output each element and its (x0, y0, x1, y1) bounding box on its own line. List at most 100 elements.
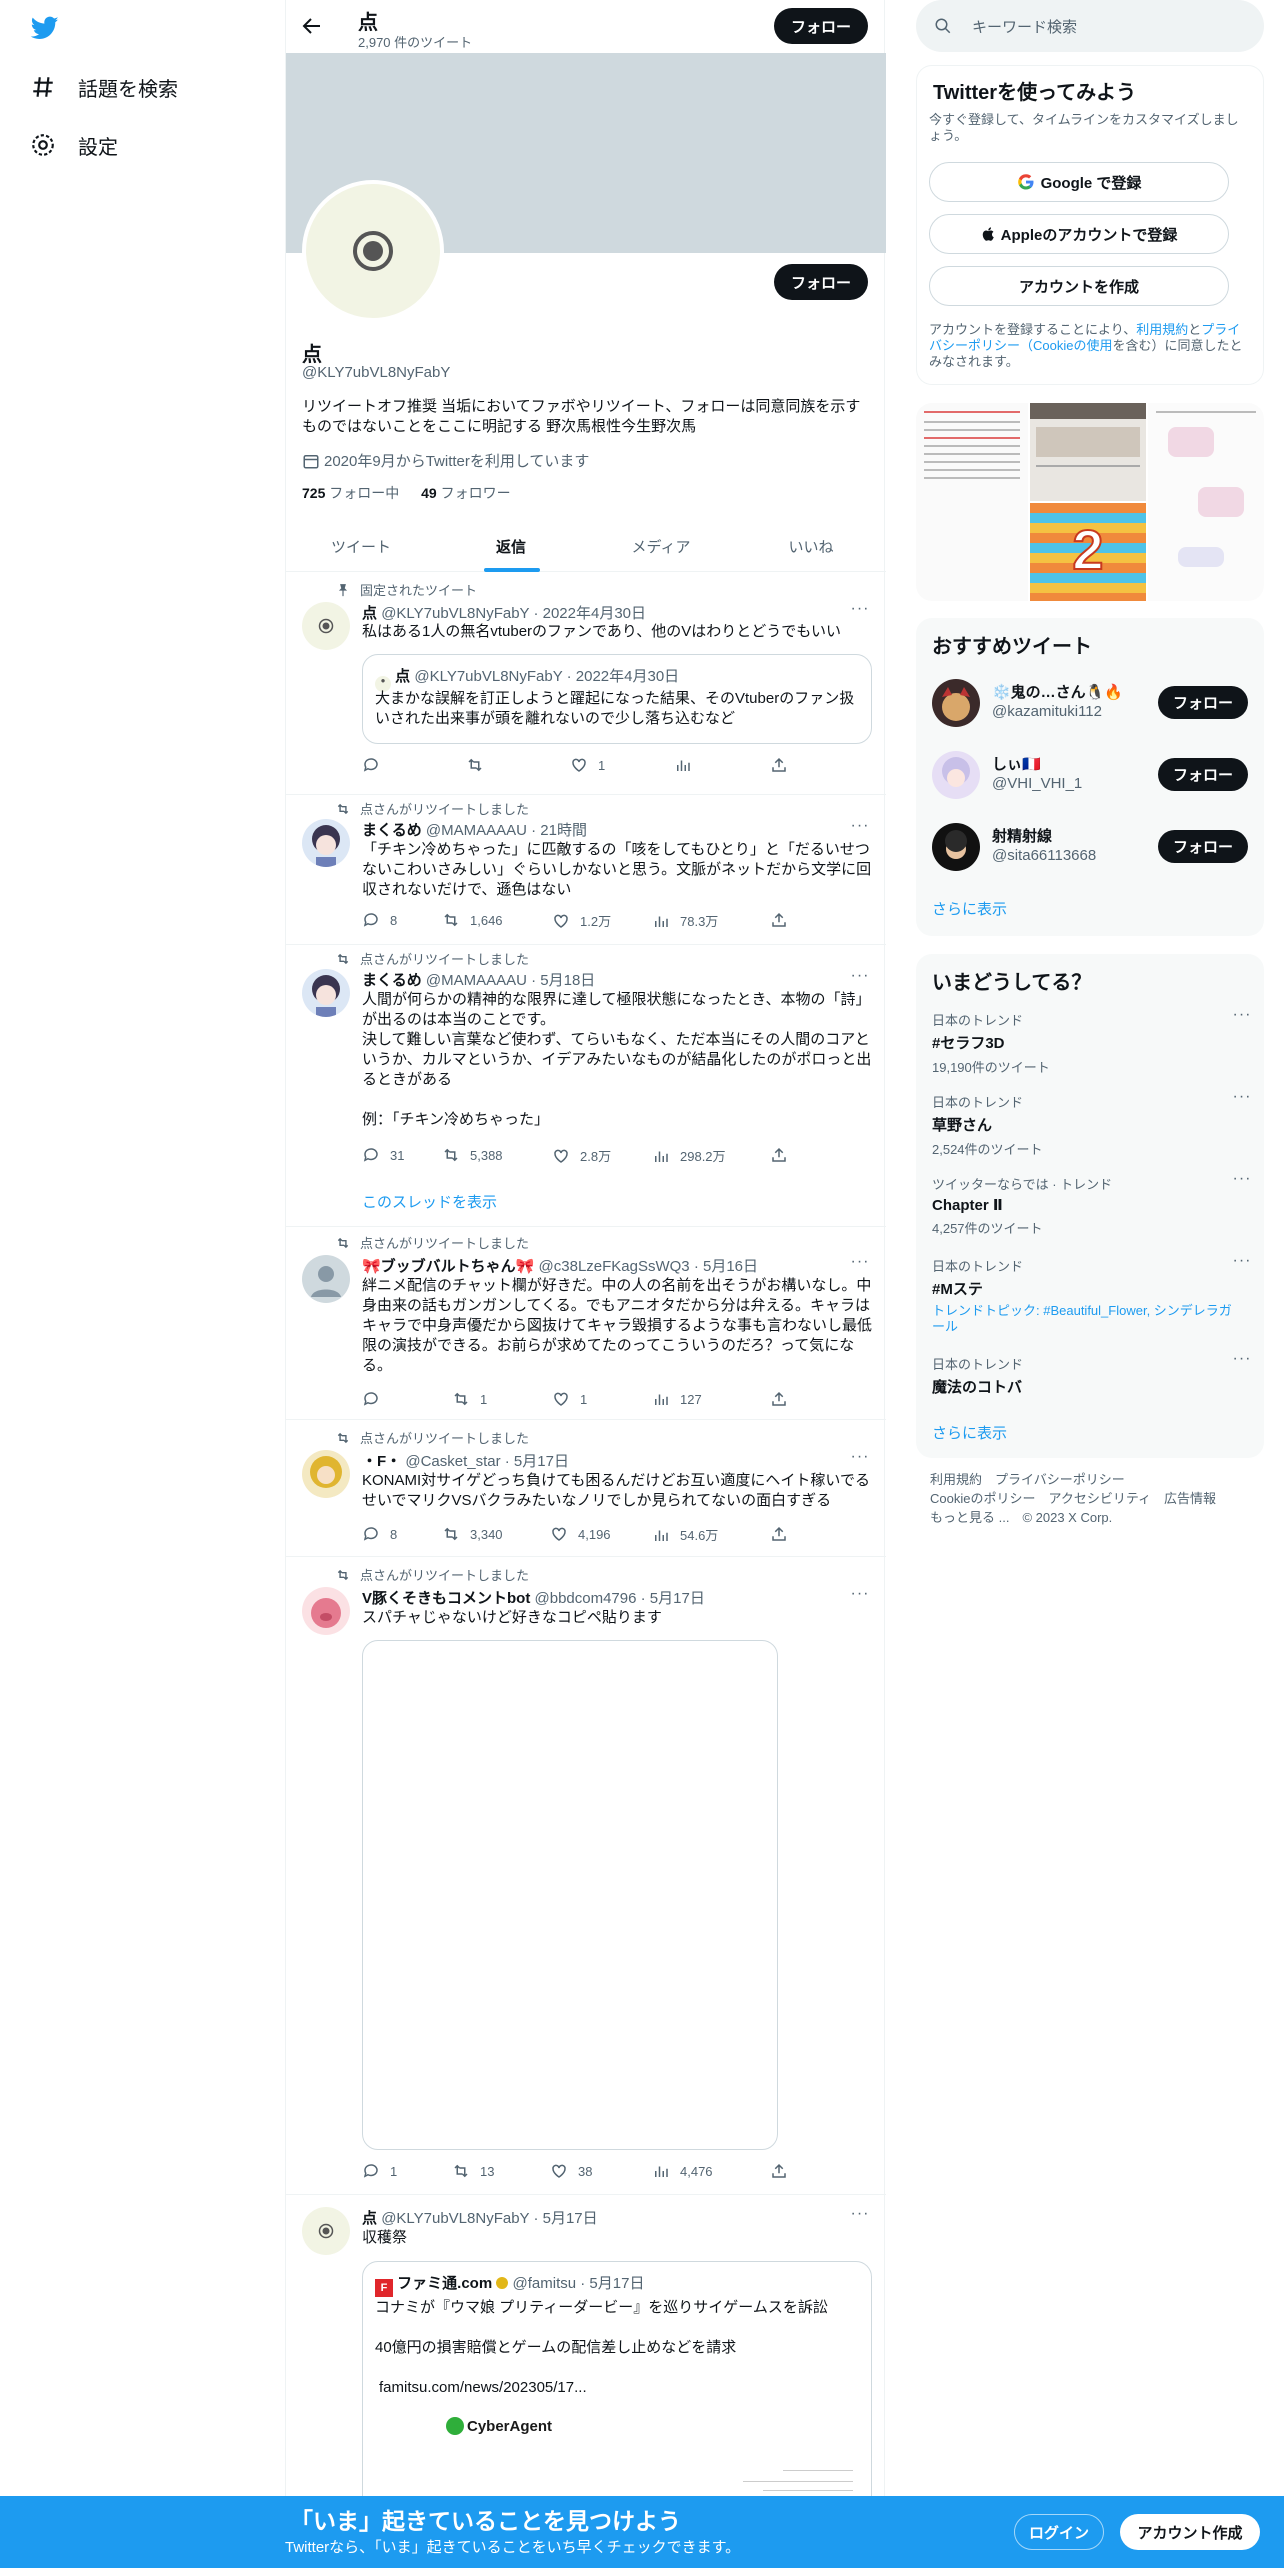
like-button[interactable]: 1.2万 (552, 911, 611, 930)
create-account-button[interactable]: アカウントを作成 (929, 266, 1229, 306)
trend-item[interactable]: 日本のトレンド 草野さん 2,524件のツイート ··· (932, 1089, 1252, 1158)
tweet-meta[interactable]: @MAMAAAAU · 5月18日 (426, 972, 595, 989)
avatar[interactable] (302, 1587, 350, 1635)
suggested-user[interactable]: ❄️鬼の…さん🐧🔥 @kazamituki112 フォロー (932, 675, 1252, 731)
tweet-meta[interactable]: @KLY7ubVL8NyFabY · 2022年4月30日 (381, 605, 646, 622)
tab-media[interactable]: メディア (586, 520, 736, 572)
reply-button[interactable] (362, 756, 390, 774)
share-button[interactable] (770, 2162, 798, 2180)
terms-link[interactable]: 利用規約 (1136, 322, 1188, 337)
tweet[interactable]: 点さんがリツイートしました V豚くそきもコメントbot @bbdcom4796 … (286, 1557, 886, 2195)
suggested-user[interactable]: しぃ🇲🇫 @VHI_VHI_1 フォロー (932, 747, 1252, 803)
quoted-tweet[interactable]: ● 点 @KLY7ubVL8NyFabY · 2022年4月30日 大まかな誤解… (362, 654, 872, 744)
author-name[interactable]: 点 (362, 2210, 377, 2227)
followers-link[interactable]: 49 フォロワー (421, 485, 510, 501)
like-button[interactable]: 4,196 (550, 1525, 611, 1543)
share-button[interactable] (770, 756, 798, 774)
profile-media-grid[interactable]: 2 (916, 403, 1264, 601)
login-button[interactable]: ログイン (1014, 2514, 1104, 2550)
show-more-users-link[interactable]: さらに表示 (932, 898, 1007, 919)
share-button[interactable] (770, 911, 798, 929)
search-box[interactable]: キーワード検索 (916, 0, 1264, 52)
more-icon[interactable]: ··· (1232, 1351, 1252, 1374)
more-icon[interactable]: ··· (850, 1449, 870, 1472)
tweet[interactable]: 点さんがリツイートしました ・F・ @Casket_star · 5月17日 ·… (286, 1420, 886, 1557)
nav-settings[interactable]: 設定 (30, 125, 118, 165)
quote-link[interactable]: famitsu.com/news/202305/17... (379, 2378, 865, 2398)
google-signup-button[interactable]: Google で登録 (929, 162, 1229, 202)
footer-line-2[interactable]: Cookieのポリシー アクセシビリティ 広告情報 (930, 1489, 1260, 1508)
footer-line-3[interactable]: もっと見る ... © 2023 X Corp. (930, 1508, 1260, 1527)
reply-button[interactable]: 31 (362, 1146, 404, 1164)
share-button[interactable] (770, 1390, 798, 1408)
tweet[interactable]: 点さんがリツイートしました 🎀ブッブバルトちゃん🎀 @c38LzeFKagSsW… (286, 1227, 886, 1420)
more-icon[interactable]: ··· (1232, 1089, 1252, 1112)
avatar[interactable] (302, 602, 350, 650)
like-button[interactable]: 1 (570, 756, 605, 774)
nav-explore[interactable]: 話題を検索 (30, 67, 178, 107)
more-icon[interactable]: ··· (1232, 1007, 1252, 1030)
avatar[interactable] (302, 819, 350, 867)
tab-replies[interactable]: 返信 (436, 520, 586, 572)
follow-button[interactable]: フォロー (1158, 830, 1248, 863)
more-icon[interactable]: ··· (850, 818, 870, 841)
profile-avatar[interactable] (302, 180, 444, 322)
author-name[interactable]: V豚くそきもコメントbot (362, 1590, 530, 1607)
avatar[interactable] (302, 969, 350, 1017)
trend-item[interactable]: 日本のトレンド 魔法のコトバ ··· (932, 1351, 1252, 1397)
retweet-button[interactable] (466, 756, 494, 774)
header-follow-button[interactable]: フォロー (774, 8, 868, 44)
reply-button[interactable] (362, 1390, 390, 1408)
avatar[interactable] (302, 1450, 350, 1498)
share-button[interactable] (770, 1525, 798, 1543)
trend-item[interactable]: 日本のトレンド #Mステ トレンドトピック: #Beautiful_Flower… (932, 1253, 1252, 1335)
trend-item[interactable]: 日本のトレンド #セラフ3D 19,190件のツイート ··· (932, 1007, 1252, 1076)
reply-button[interactable]: 8 (362, 911, 397, 929)
signup-button[interactable]: アカウント作成 (1120, 2514, 1260, 2550)
more-icon[interactable]: ··· (850, 1586, 870, 1609)
views-button[interactable]: 54.6万 (652, 1525, 718, 1544)
retweet-button[interactable]: 1,646 (442, 911, 503, 929)
views-button[interactable]: 78.3万 (652, 911, 718, 930)
media-thumb-1[interactable] (916, 403, 1028, 601)
follow-button[interactable]: フォロー (1158, 758, 1248, 791)
show-thread-link[interactable]: このスレッドを表示 (362, 1191, 497, 1212)
reply-button[interactable]: 1 (362, 2162, 397, 2180)
more-icon[interactable]: ··· (850, 968, 870, 991)
tweet[interactable]: 固定されたツイート 点 @KLY7ubVL8NyFabY · 2022年4月30… (286, 572, 886, 795)
views-button[interactable]: 298.2万 (652, 1146, 726, 1165)
author-name[interactable]: まくるめ (362, 822, 422, 839)
views-button[interactable]: 127 (652, 1390, 702, 1408)
author-name[interactable]: ・F・ (362, 1453, 401, 1470)
author-name[interactable]: まくるめ (362, 972, 422, 989)
avatar[interactable] (302, 2207, 350, 2255)
tweet-meta[interactable]: @MAMAAAAU · 21時間 (426, 822, 587, 839)
like-button[interactable]: 2.8万 (552, 1146, 611, 1165)
retweet-button[interactable]: 3,340 (442, 1525, 503, 1543)
following-link[interactable]: 725 フォロー中 (302, 485, 399, 501)
author-name[interactable]: 🎀ブッブバルトちゃん🎀 (362, 1258, 534, 1275)
tweet-meta[interactable]: @c38LzeFKagSsWQ3 · 5月16日 (539, 1258, 758, 1275)
tab-tweets[interactable]: ツイート (286, 520, 436, 572)
reply-button[interactable]: 8 (362, 1525, 397, 1543)
footer-line-1[interactable]: 利用規約 プライバシーポリシー (930, 1470, 1260, 1489)
trend-count[interactable]: トレンドトピック: #Beautiful_Flower, シンデレラガール (932, 1303, 1232, 1335)
more-icon[interactable]: ··· (850, 1254, 870, 1277)
retweet-button[interactable]: 1 (452, 1390, 487, 1408)
retweet-button[interactable]: 5,388 (442, 1146, 503, 1164)
more-icon[interactable]: ··· (1232, 1253, 1252, 1276)
like-button[interactable]: 1 (552, 1390, 587, 1408)
tweet-media[interactable] (362, 1640, 778, 2150)
share-button[interactable] (770, 1146, 798, 1164)
media-thumb-3[interactable]: 2 (1030, 503, 1146, 601)
more-icon[interactable]: ··· (1232, 1171, 1252, 1194)
views-button[interactable]: 4,476 (652, 2162, 713, 2180)
back-arrow-icon[interactable] (300, 14, 324, 38)
tweet-meta[interactable]: @Casket_star · 5月17日 (405, 1453, 569, 1470)
suggested-user[interactable]: 射精射線 @sita66113668 フォロー (932, 819, 1252, 875)
apple-signup-button[interactable]: Appleのアカウントで登録 (929, 214, 1229, 254)
more-icon[interactable]: ··· (850, 2206, 870, 2229)
media-thumb-2[interactable] (1030, 403, 1146, 501)
avatar[interactable] (302, 1255, 350, 1303)
like-button[interactable]: 38 (550, 2162, 592, 2180)
